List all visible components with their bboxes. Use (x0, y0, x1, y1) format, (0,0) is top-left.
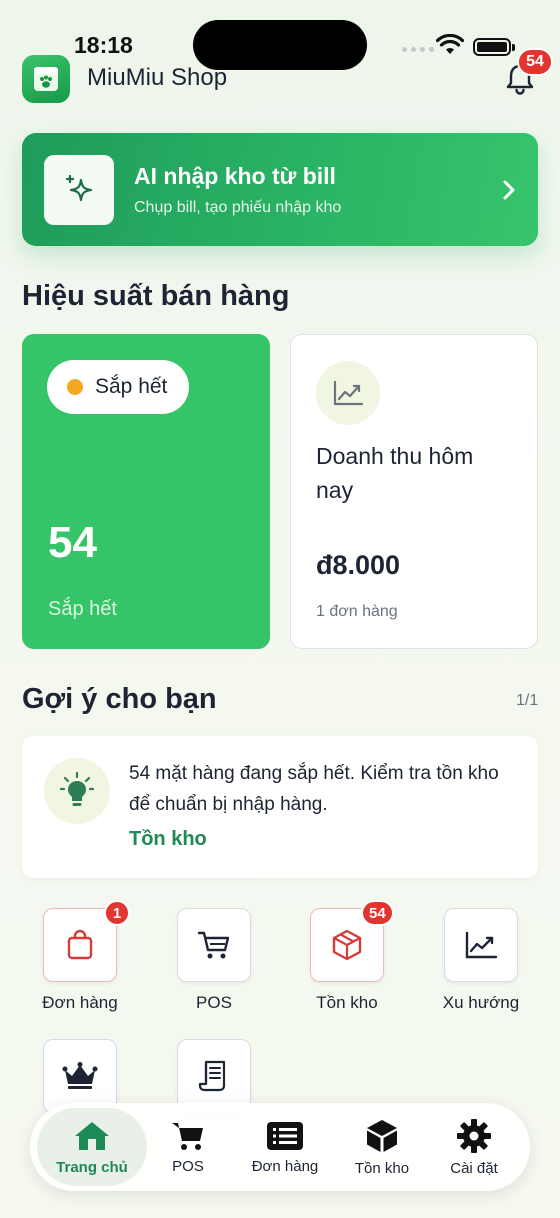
ai-icon-box (44, 155, 114, 225)
performance-section-title: Hiệu suất bán hàng (22, 280, 290, 312)
low-stock-count: 54 (48, 518, 97, 567)
warning-dot-icon (67, 379, 83, 395)
suggestion-card: 54 mặt hàng đang sắp hết. Kiểm tra tồn k… (22, 736, 538, 878)
cart-icon (172, 1122, 203, 1150)
revenue-order-count: 1 đơn hàng (316, 603, 398, 620)
dynamic-island (193, 20, 367, 70)
ai-banner-subtitle: Chụp bill, tạo phiếu nhập kho (134, 199, 342, 216)
quick-action-trends-label: Xu hướng (442, 993, 520, 1012)
chevron-right-icon (503, 180, 515, 200)
ai-banner-title: AI nhập kho từ bill (134, 163, 336, 189)
lightbulb-icon-circle (44, 758, 110, 824)
trend-chart-icon (333, 380, 364, 406)
low-stock-card[interactable]: Sắp hết 54 Sắp hết (22, 334, 270, 649)
document-icon (198, 1060, 226, 1092)
nav-settings[interactable]: Cài đặt (424, 1103, 524, 1191)
revenue-card[interactable]: Doanh thu hôm nay đ8.000 1 đơn hàng (290, 334, 538, 649)
suggestions-section-title: Gợi ý cho bạn (22, 683, 217, 715)
wifi-icon (436, 34, 464, 54)
suggestion-page-indicator: 1/1 (516, 692, 539, 709)
home-icon (75, 1121, 109, 1150)
nav-orders-label: Đơn hàng (251, 1157, 319, 1175)
low-stock-pill-label: Sắp hết (95, 375, 168, 398)
list-icon (267, 1121, 303, 1150)
status-time: 18:18 (74, 32, 133, 58)
app-logo (22, 55, 70, 103)
suggestion-link-inventory[interactable]: Tồn kho (129, 828, 207, 851)
crown-icon (62, 1062, 98, 1089)
cart-icon (197, 931, 230, 959)
gear-icon (457, 1118, 491, 1153)
revenue-title: Doanh thu hôm nay (316, 443, 474, 503)
nav-inventory-label: Tồn kho (354, 1159, 410, 1177)
nav-home-label: Trang chủ (56, 1158, 128, 1176)
quick-action-orders-label: Đơn hàng (42, 993, 118, 1012)
paw-icon (34, 67, 58, 91)
nav-home[interactable]: Trang chủ (37, 1108, 147, 1186)
revenue-icon-circle (316, 361, 380, 425)
battery-icon (473, 38, 515, 56)
shop-name: MiuMiu Shop (87, 64, 228, 91)
quick-action-pos-label: POS (196, 993, 232, 1012)
box-icon (367, 1119, 397, 1152)
nav-inventory[interactable]: Tồn kho (332, 1103, 432, 1191)
notification-badge: 54 (517, 48, 553, 76)
box-icon (332, 929, 362, 961)
quick-action-pos[interactable] (177, 908, 251, 982)
quick-action-inventory-label: Tồn kho (316, 993, 378, 1012)
quick-action-trends[interactable] (444, 908, 518, 982)
nav-settings-label: Cài đặt (450, 1159, 498, 1177)
orders-badge: 1 (104, 900, 130, 926)
trend-chart-icon (465, 931, 498, 959)
lightbulb-icon (60, 772, 94, 806)
suggestion-text: 54 mặt hàng đang sắp hết. Kiểm tra tồn k… (129, 763, 499, 815)
cellular-signal-icon (402, 47, 434, 52)
low-stock-caption: Sắp hết (48, 598, 117, 620)
quick-action-document[interactable] (177, 1039, 251, 1113)
nav-pos-label: POS (172, 1157, 204, 1175)
ai-import-banner[interactable]: AI nhập kho từ bill Chụp bill, tạo phiếu… (22, 133, 538, 246)
inventory-badge: 54 (361, 900, 394, 926)
low-stock-pill: Sắp hết (47, 360, 189, 414)
quick-action-crown[interactable] (43, 1039, 117, 1113)
bottom-navigation: Trang chủ POS Đơn hàng Tồn kho Cài đặt (30, 1103, 530, 1191)
sparkles-icon (65, 174, 93, 202)
revenue-value: đ8.000 (316, 550, 401, 580)
nav-orders[interactable]: Đơn hàng (235, 1103, 335, 1191)
status-bar: 18:18 (0, 0, 560, 70)
nav-pos[interactable]: POS (138, 1103, 238, 1191)
shopping-bag-icon (67, 929, 93, 960)
